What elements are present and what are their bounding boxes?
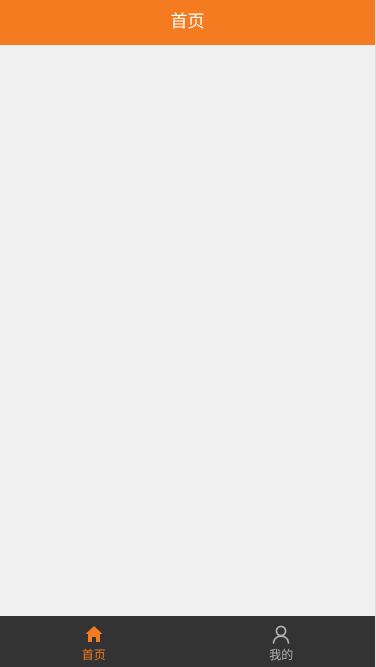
- app-screen: 首页 首页 我的: [0, 0, 376, 667]
- user-icon: [272, 625, 290, 644]
- tab-home-label: 首页: [81, 648, 106, 662]
- main-content: [0, 45, 375, 616]
- bottom-tab-bar: 首页 我的: [0, 616, 375, 667]
- tab-mine[interactable]: 我的: [188, 616, 376, 667]
- home-icon: [85, 626, 103, 642]
- tab-mine-label: 我的: [269, 648, 294, 662]
- page-title: 首页: [170, 12, 205, 32]
- tab-home[interactable]: 首页: [0, 616, 188, 667]
- top-navigation-bar: 首页: [0, 0, 375, 45]
